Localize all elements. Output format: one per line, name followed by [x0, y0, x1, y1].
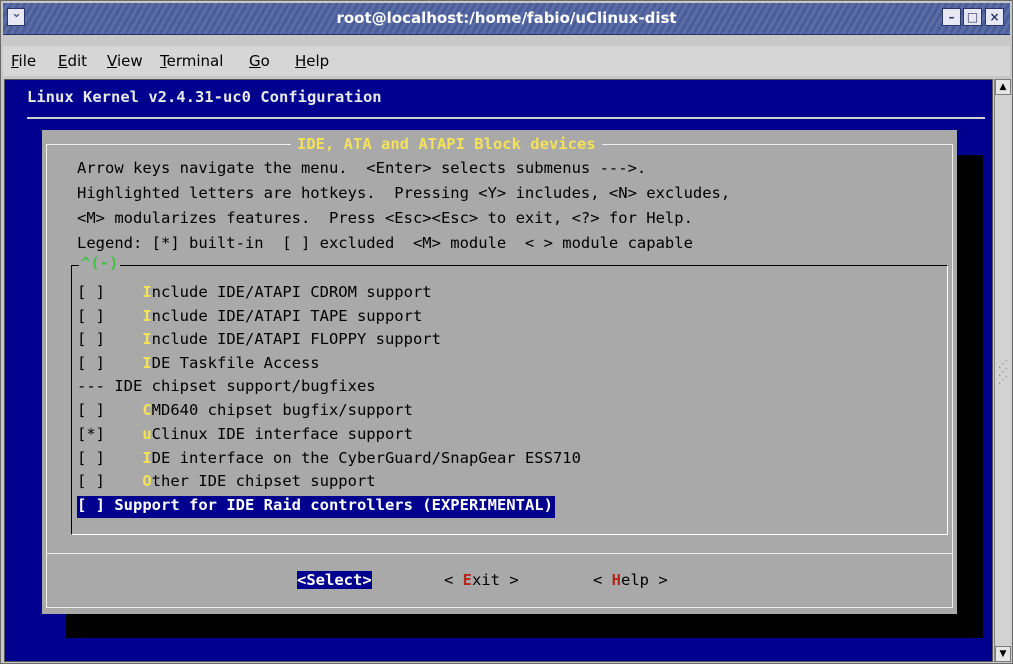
option-checkbox[interactable]: [ ]: [77, 330, 105, 348]
option-checkbox[interactable]: [ ]: [77, 401, 105, 419]
section-marker: ---: [77, 377, 105, 395]
menu-option-cdrom[interactable]: [ ] Include IDE/ATAPI CDROM support: [77, 283, 432, 305]
menu-view-mnemonic: V: [107, 52, 117, 70]
triangle-up-icon: ▲: [999, 82, 1007, 92]
option-label: nclude IDE/ATAPI FLOPPY support: [151, 330, 441, 348]
menu-file-label: ile: [18, 52, 37, 70]
help-line: Legend: [*] built-in [ ] excluded <M> mo…: [77, 234, 693, 252]
menu-option-tape[interactable]: [ ] Include IDE/ATAPI TAPE support: [77, 307, 422, 329]
menu-file[interactable]: File: [11, 52, 36, 70]
menu-terminal[interactable]: Terminal: [160, 52, 223, 70]
option-label: DE Taskfile Access: [151, 354, 320, 372]
help-line: <M> modularizes features. Press <Esc><Es…: [77, 209, 693, 227]
help-button[interactable]: < Help >: [593, 571, 668, 589]
button-separator: [47, 553, 952, 554]
menu-option-taskfile[interactable]: [ ] IDE Taskfile Access: [77, 354, 320, 376]
menu-list-box: [71, 265, 948, 535]
option-label: ther IDE chipset support: [151, 472, 376, 490]
maximize-icon: □: [966, 10, 979, 24]
help-button-label: elp >: [621, 571, 668, 589]
menu-option-ide-raid[interactable]: [ ] Support for IDE Raid controllers (EX…: [77, 496, 555, 518]
menu-section-chipset: --- IDE chipset support/bugfixes: [77, 377, 376, 399]
menu-terminal-label: erminal: [166, 52, 224, 70]
help-button-prefix: <: [593, 571, 612, 589]
option-checkbox[interactable]: [*]: [77, 425, 105, 443]
menu-help-mnemonic: H: [295, 52, 307, 70]
option-hotkey: I: [142, 449, 152, 467]
menu-option-other-chipset[interactable]: [ ] Other IDE chipset support: [77, 472, 376, 494]
option-checkbox[interactable]: [ ]: [77, 449, 105, 467]
exit-button[interactable]: < Exit >: [444, 571, 519, 589]
option-checkbox[interactable]: [ ]: [77, 283, 105, 301]
option-checkbox[interactable]: [ ]: [77, 472, 105, 490]
option-checkbox[interactable]: [ ]: [77, 496, 105, 514]
menu-bar: File Edit View Terminal Go Help: [3, 46, 1010, 76]
option-label: Clinux IDE interface support: [151, 425, 413, 443]
header-underline: [27, 117, 985, 119]
scroll-up-indicator: ^(-): [79, 254, 121, 272]
option-hotkey: I: [142, 354, 152, 372]
menu-edit[interactable]: Edit: [58, 52, 87, 70]
maximize-button[interactable]: □: [963, 8, 982, 26]
option-hotkey: C: [142, 401, 152, 419]
minimize-icon: –: [948, 10, 955, 24]
title-bar[interactable]: ⌄ root@localhost:/home/fabio/uClinux-dis…: [3, 3, 1010, 35]
menu-help-label: elp: [306, 52, 330, 70]
section-label: IDE chipset support/bugfixes: [114, 377, 376, 395]
select-button[interactable]: <Select>: [297, 571, 372, 589]
option-label: nclude IDE/ATAPI TAPE support: [151, 307, 423, 325]
menu-edit-label: dit: [67, 52, 88, 70]
minimize-button[interactable]: –: [942, 8, 961, 26]
option-hotkey: I: [142, 330, 152, 348]
scrollbar-grip-icon[interactable]: ⋰ ⋰ ⋰: [997, 360, 1009, 401]
menu-file-mnemonic: F: [11, 52, 19, 70]
close-button[interactable]: ×: [985, 8, 1004, 26]
dialog-shadow-bottom: [66, 614, 983, 638]
window-title: root@localhost:/home/fabio/uClinux-dist: [336, 9, 677, 27]
exit-button-hotkey: E: [462, 571, 473, 589]
exit-button-prefix: <: [444, 571, 463, 589]
close-icon: ×: [989, 10, 1000, 24]
menu-option-cmd640[interactable]: [ ] CMD640 chipset bugfix/support: [77, 401, 413, 423]
help-line: Highlighted letters are hotkeys. Pressin…: [77, 184, 731, 202]
option-hotkey: O: [142, 472, 152, 490]
help-button-hotkey: H: [611, 571, 622, 589]
menu-view-label: iew: [116, 52, 143, 70]
option-label: Support for IDE Raid controllers (EXPERI…: [114, 496, 553, 514]
terminal-window: ⌄ root@localhost:/home/fabio/uClinux-dis…: [0, 0, 1013, 664]
menu-go-mnemonic: G: [249, 52, 261, 70]
triangle-down-icon: ▼: [999, 649, 1007, 659]
menu-view[interactable]: View: [107, 52, 143, 70]
menu-go[interactable]: Go: [249, 52, 270, 70]
option-label: nclude IDE/ATAPI CDROM support: [151, 283, 432, 301]
option-hotkey: I: [142, 283, 152, 301]
menu-option-uclinux-ide[interactable]: [*] uClinux IDE interface support: [77, 425, 413, 447]
scroll-down-button[interactable]: ▼: [995, 646, 1011, 662]
menu-terminal-mnemonic: T: [160, 52, 167, 70]
help-line: Arrow keys navigate the menu. <Enter> se…: [77, 159, 647, 177]
scroll-up-button[interactable]: ▲: [995, 79, 1011, 95]
vertical-scrollbar[interactable]: ▲ ⋰ ⋰ ⋰ ▼: [994, 79, 1011, 662]
exit-button-label: xit >: [472, 571, 519, 589]
option-checkbox[interactable]: [ ]: [77, 354, 105, 372]
option-label: MD640 chipset bugfix/support: [151, 401, 413, 419]
option-checkbox[interactable]: [ ]: [77, 307, 105, 325]
menu-go-label: o: [260, 52, 270, 70]
option-label: DE interface on the CyberGuard/SnapGear …: [151, 449, 581, 467]
option-hotkey: u: [142, 425, 152, 443]
dialog-title: IDE, ATA and ATAPI Block devices: [291, 135, 602, 153]
menu-help[interactable]: Help: [295, 52, 329, 70]
option-hotkey: I: [142, 307, 152, 325]
dialog-shadow-right: [957, 155, 983, 635]
menu-option-snapgear[interactable]: [ ] IDE interface on the CyberGuard/Snap…: [77, 449, 581, 471]
menu-option-floppy[interactable]: [ ] Include IDE/ATAPI FLOPPY support: [77, 330, 441, 352]
config-header: Linux Kernel v2.4.31-uc0 Configuration: [27, 88, 382, 106]
